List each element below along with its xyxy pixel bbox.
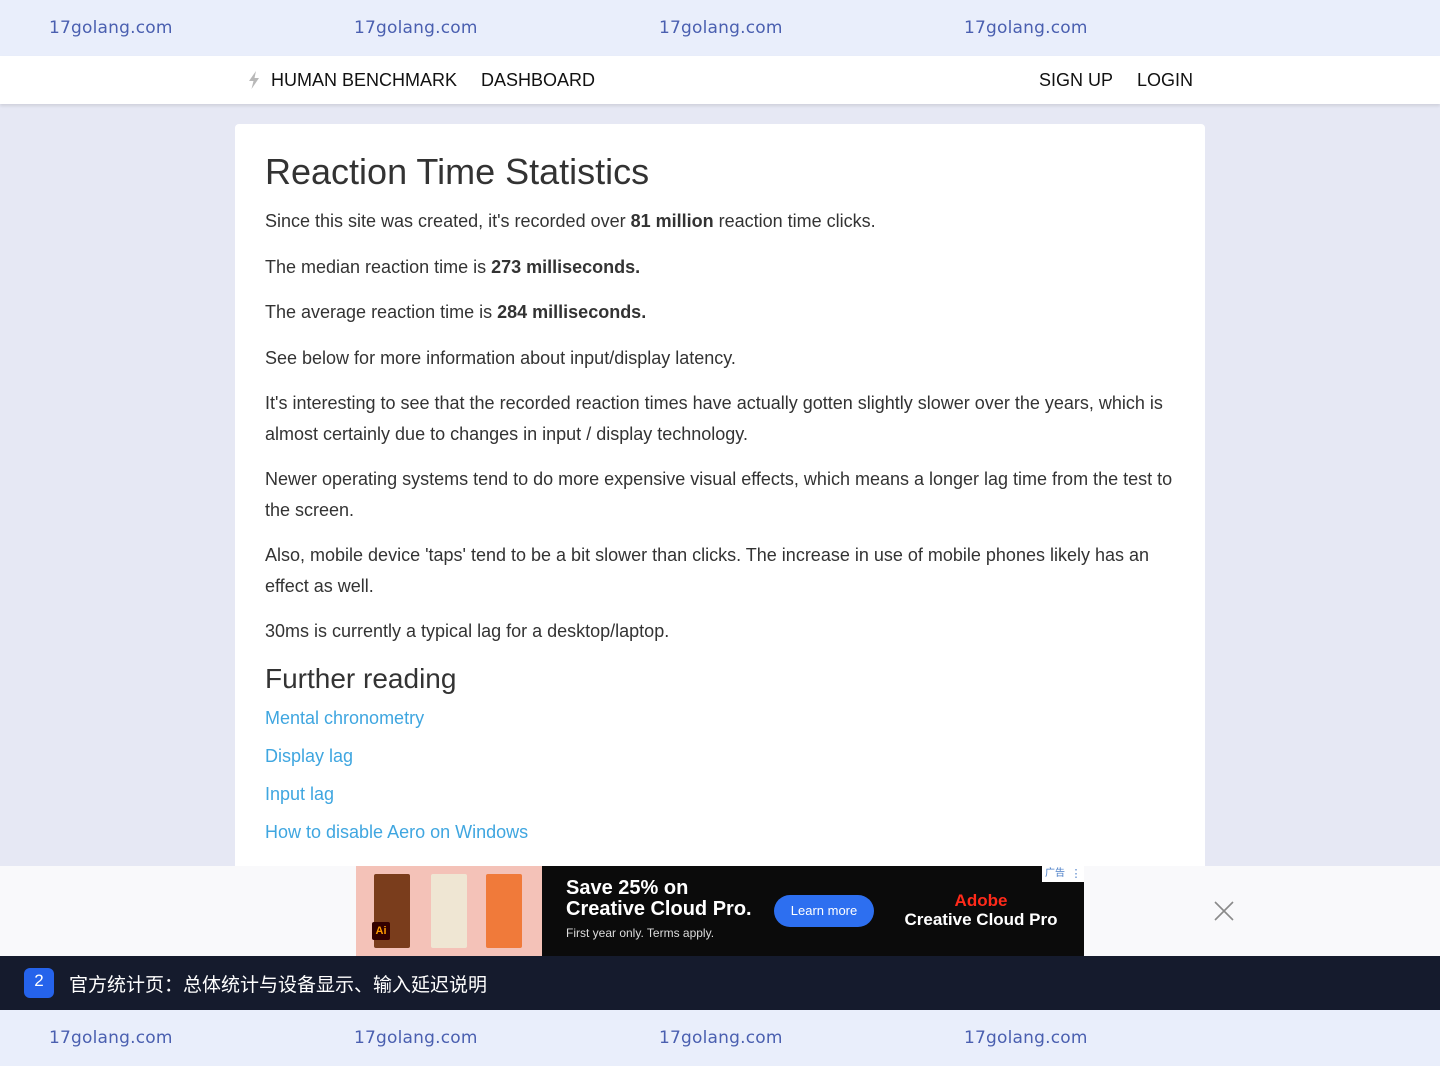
ad-product-image: Ai — [356, 866, 542, 956]
watermark-strip-top: 17golang.com 17golang.com 17golang.com 1… — [0, 0, 1440, 56]
link-input-lag[interactable]: Input lag — [265, 782, 1175, 806]
watermark-text: 17golang.com — [49, 1028, 173, 1048]
watermark-text: 17golang.com — [659, 1028, 783, 1048]
paragraph-mobile-taps: Also, mobile device 'taps' tend to be a … — [265, 545, 1150, 596]
page-title: Reaction Time Statistics — [265, 151, 650, 192]
paragraph-operating-systems: Newer operating systems tend to do more … — [265, 469, 1173, 520]
paragraph-slower-over-years: It's interesting to see that the recorde… — [265, 393, 1163, 444]
advertisement-banner[interactable]: Ai Save 25% on Creative Cloud Pro. First … — [356, 866, 1084, 956]
caption-text: 官方统计页：总体统计与设备显示、输入延迟说明 — [69, 973, 488, 996]
watermark-text: 17golang.com — [964, 18, 1088, 38]
ad-label-tag: 广告 — [1042, 866, 1068, 882]
watermark-text: 17golang.com — [354, 18, 478, 38]
paragraph-recorded-clicks: Since this site was created, it's record… — [265, 211, 876, 231]
login-link[interactable]: LOGIN — [1137, 70, 1193, 91]
paragraph-typical-lag: 30ms is currently a typical lag for a de… — [265, 621, 670, 641]
further-reading-heading: Further reading — [265, 662, 457, 694]
signup-link[interactable]: SIGN UP — [1039, 70, 1113, 91]
caption-bar: 2 官方统计页：总体统计与设备显示、输入延迟说明 — [0, 956, 1440, 1010]
paragraph-average: The average reaction time is 284 millise… — [265, 302, 647, 322]
link-display-lag[interactable]: Display lag — [265, 744, 1175, 768]
paragraph-latency-intro: See below for more information about inp… — [265, 347, 736, 368]
illustrator-logo-icon: Ai — [372, 922, 390, 940]
ad-headline: Save 25% on Creative Cloud Pro. — [566, 877, 752, 920]
paragraph-median: The median reaction time is 273 millisec… — [265, 256, 641, 277]
link-mental-chronometry[interactable]: Mental chronometry — [265, 706, 1175, 730]
lightning-bolt-icon — [249, 71, 259, 89]
step-number-badge: 2 — [24, 968, 54, 998]
ad-bar: Ai Save 25% on Creative Cloud Pro. First … — [0, 866, 1440, 956]
ad-learn-more-button[interactable]: Learn more — [774, 895, 874, 927]
ad-brand: Adobe Creative Cloud Pro — [904, 891, 1058, 930]
close-icon[interactable] — [1213, 900, 1235, 922]
watermark-text: 17golang.com — [659, 18, 783, 38]
top-navbar: HUMAN BENCHMARK DASHBOARD SIGN UP LOGIN — [0, 56, 1440, 104]
brand-label: HUMAN BENCHMARK — [271, 69, 458, 90]
link-disable-aero[interactable]: How to disable Aero on Windows — [265, 820, 1175, 844]
nav-dashboard-link[interactable]: DASHBOARD — [481, 70, 595, 91]
watermark-strip-bottom: 17golang.com 17golang.com 17golang.com 1… — [0, 1010, 1440, 1066]
statistics-card: Reaction Time Statistics Since this site… — [235, 124, 1205, 890]
ad-subtext: First year only. Terms apply. — [566, 926, 715, 940]
watermark-text: 17golang.com — [964, 1028, 1088, 1048]
ad-info-icon[interactable]: ⋮ — [1068, 866, 1084, 882]
watermark-text: 17golang.com — [354, 1028, 478, 1048]
watermark-text: 17golang.com — [49, 18, 173, 38]
brand-link[interactable]: HUMAN BENCHMARK — [247, 70, 457, 91]
